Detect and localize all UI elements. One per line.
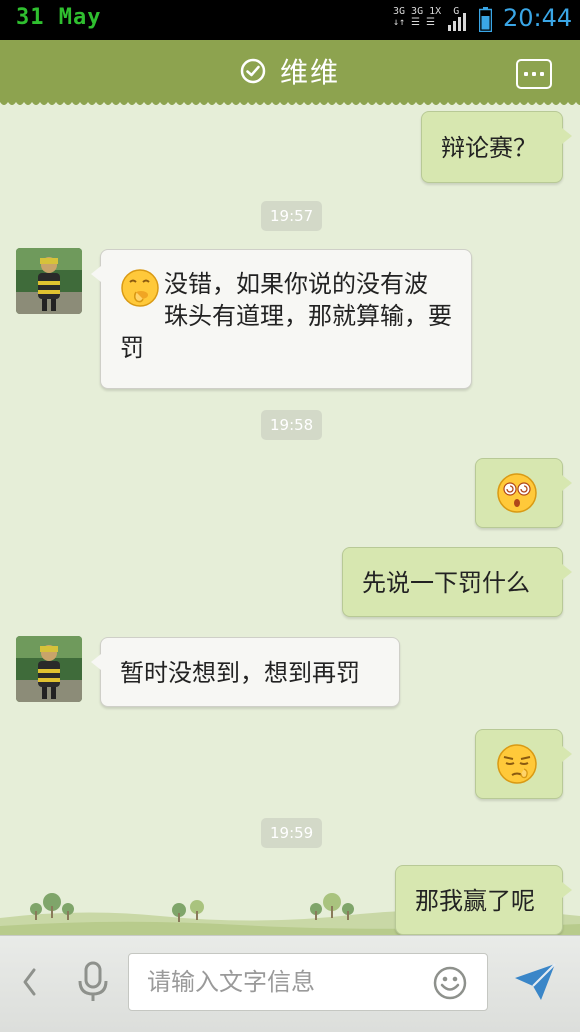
more-dots-icon xyxy=(524,72,528,76)
avatar-photo xyxy=(16,248,82,314)
smiley-icon[interactable] xyxy=(433,966,467,1000)
chevron-left-icon[interactable] xyxy=(18,962,40,1002)
message-text: 先说一下罚什么 xyxy=(362,569,530,597)
message-bubble-incoming[interactable]: 暂时没想到，想到再罚 xyxy=(91,637,400,707)
shush-emoji-icon xyxy=(121,269,159,307)
message-line-3: 罚 xyxy=(120,334,144,362)
timestamp-chip: 19:57 xyxy=(261,201,323,231)
status-time: 20:44 xyxy=(503,4,573,32)
send-icon[interactable] xyxy=(513,962,557,1002)
network-line-2: ↓↑ ☰ ☰ xyxy=(393,17,436,28)
dizzy-face-emoji-icon xyxy=(497,473,537,513)
message-text: 那我赢了呢 xyxy=(415,887,535,915)
contact-avatar[interactable] xyxy=(16,248,82,314)
message-bubble-incoming[interactable]: 没错，如果你说的没有波 珠头有道理，那就算输，要 罚 xyxy=(91,249,472,389)
chat-area[interactable]: 辩论赛？ 19:57 没错，如果你说的没有波 珠头有道理，那就算输，要 罚 19… xyxy=(0,110,580,935)
timestamp-chip: 19:59 xyxy=(261,818,323,848)
message-bubble-outgoing-emoji[interactable] xyxy=(475,458,572,528)
message-text: 暂时没想到，想到再罚 xyxy=(120,659,360,687)
message-bubble-outgoing[interactable]: 那我赢了呢 xyxy=(395,865,572,935)
battery-icon xyxy=(479,7,492,32)
snooty-face-emoji-icon xyxy=(497,744,537,784)
more-dots-icon-2 xyxy=(532,72,536,76)
message-line-2: 珠头有道理，那就算输，要 xyxy=(164,302,452,330)
chat-title: 维维 xyxy=(279,56,340,89)
title-group: 维维 xyxy=(0,40,580,102)
message-text: 辩论赛？ xyxy=(441,134,537,162)
microphone-icon[interactable] xyxy=(76,961,110,1003)
more-options-button[interactable] xyxy=(516,59,552,89)
avatar-photo xyxy=(16,636,82,702)
message-bubble-outgoing[interactable]: 辩论赛？ xyxy=(421,111,572,183)
check-circle-icon xyxy=(240,58,266,84)
message-input[interactable] xyxy=(129,954,437,1010)
signal-strength-icon xyxy=(448,13,466,31)
message-bubble-outgoing-emoji[interactable] xyxy=(475,729,572,799)
timestamp-chip: 19:58 xyxy=(261,410,323,440)
status-bar: 31 May 3G 3G 1X G ↓↑ ☰ ☰ 20:44 xyxy=(0,0,580,40)
status-date: 31 May xyxy=(16,5,102,30)
more-dots-icon-3 xyxy=(540,72,544,76)
message-bubble-outgoing[interactable]: 先说一下罚什么 xyxy=(342,547,572,617)
message-line-1: 没错，如果你说的没有波 xyxy=(164,270,428,298)
contact-avatar[interactable] xyxy=(16,636,82,702)
